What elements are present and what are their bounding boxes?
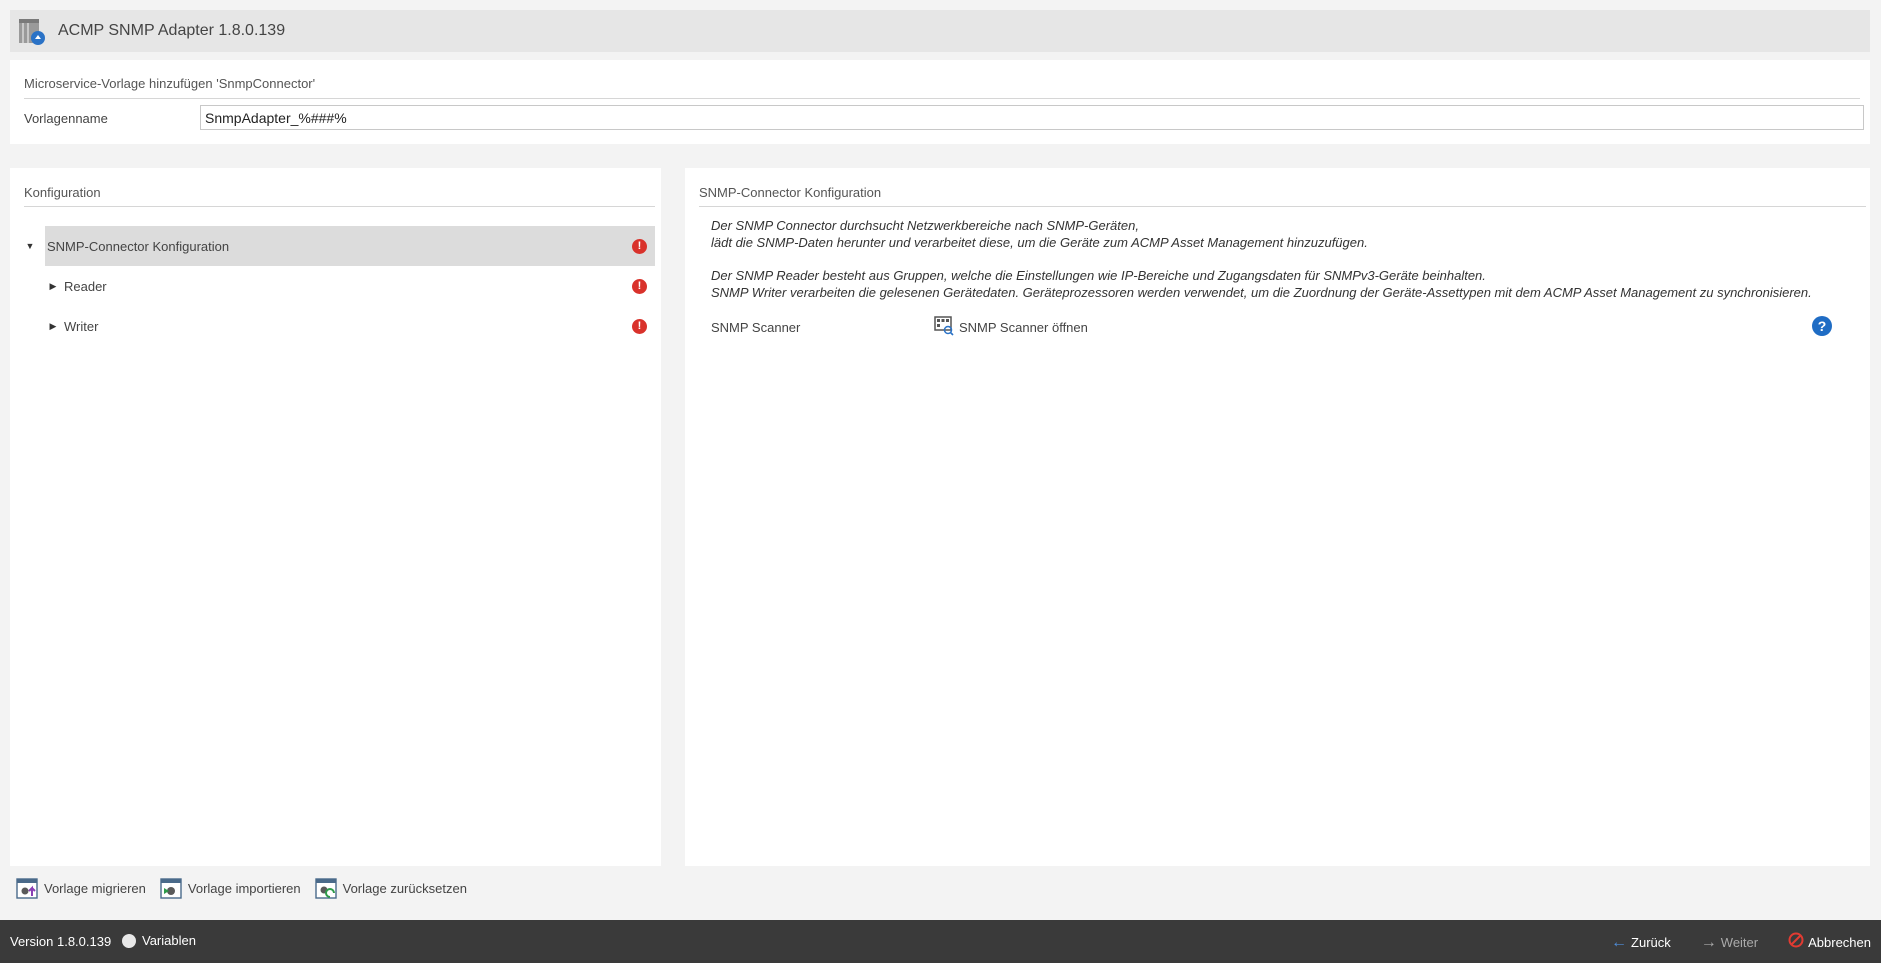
reset-template-label: Vorlage zurücksetzen [342, 880, 467, 896]
error-icon: ! [632, 319, 647, 334]
description-line: Der SNMP Reader besteht aus Gruppen, wel… [711, 268, 1486, 283]
detail-panel: SNMP-Connector Konfiguration Der SNMP Co… [685, 168, 1870, 866]
tree-item-reader[interactable]: ▶ Reader ! [24, 266, 655, 306]
tree-item-snmp-connector[interactable]: ▼ SNMP-Connector Konfiguration ! [26, 226, 655, 266]
help-icon[interactable]: ? [1812, 316, 1832, 336]
back-button[interactable]: ← Zurück [1611, 934, 1671, 952]
import-template-label: Vorlage importieren [187, 880, 301, 896]
divider [24, 98, 1860, 99]
migrate-template-button[interactable]: Vorlage migrieren [16, 876, 146, 900]
arrow-left-icon: ← [1611, 933, 1628, 951]
app-package-icon [16, 15, 48, 47]
migrate-template-label: Vorlage migrieren [44, 880, 146, 896]
next-button[interactable]: → Weiter [1701, 934, 1758, 952]
tree-item-label: SNMP-Connector Konfiguration [47, 238, 230, 254]
config-panel: Konfiguration ▼ SNMP-Connector Konfigura… [10, 168, 661, 866]
open-snmp-scanner-label: SNMP Scanner öffnen [959, 320, 1088, 335]
migrate-icon [16, 876, 40, 900]
cancel-icon [1788, 932, 1804, 953]
variables-label: Variablen [142, 933, 196, 948]
toggle-dot-icon [122, 933, 136, 948]
tree-item-label: Writer [64, 318, 99, 334]
description-line: lädt die SNMP-Daten herunter und verarbe… [711, 234, 1368, 250]
config-tree: ▼ SNMP-Connector Konfiguration ! ▶ Reade… [24, 226, 655, 346]
status-bar: Version 1.8.0.139 Variablen ← Zurück → W… [0, 920, 1881, 963]
import-icon [160, 876, 184, 900]
error-icon: ! [632, 279, 647, 294]
description-line: Der SNMP Connector durchsucht Netzwerkbe… [711, 218, 1139, 233]
description-text: Der SNMP Connector durchsucht Netzwerkbe… [711, 218, 1812, 301]
chevron-right-icon[interactable]: ▶ [48, 281, 58, 292]
back-label: Zurück [1631, 935, 1671, 950]
import-template-button[interactable]: Vorlage importieren [160, 876, 301, 900]
description-line: SNMP Writer verarbeiten die gelesenen Ge… [711, 284, 1812, 300]
template-name-input[interactable] [200, 105, 1864, 130]
cancel-button[interactable]: Abbrechen [1788, 932, 1871, 953]
reset-template-button[interactable]: Vorlage zurücksetzen [314, 876, 467, 900]
cancel-label: Abbrechen [1808, 935, 1871, 950]
open-snmp-scanner-button[interactable]: SNMP Scanner öffnen [934, 316, 1088, 339]
error-icon: ! [632, 239, 647, 254]
scanner-icon [934, 316, 954, 339]
divider [699, 206, 1866, 207]
config-heading: Konfiguration [24, 185, 101, 200]
tree-item-writer[interactable]: ▶ Writer ! [24, 306, 655, 346]
version-text: Version 1.8.0.139 [10, 934, 112, 949]
divider [24, 206, 655, 207]
template-actions: Vorlage migrieren Vorlage importieren Vo… [16, 876, 467, 900]
reset-icon [314, 876, 339, 900]
template-heading: Microservice-Vorlage hinzufügen 'SnmpCon… [24, 76, 316, 91]
chevron-down-icon[interactable]: ▼ [25, 241, 35, 251]
title-bar: ACMP SNMP Adapter 1.8.0.139 [10, 10, 1870, 52]
template-name-label: Vorlagenname [24, 111, 108, 126]
snmp-scanner-label: SNMP Scanner [711, 320, 801, 335]
wizard-navigation: ← Zurück → Weiter Abbrechen [1611, 932, 1871, 953]
next-label: Weiter [1720, 935, 1759, 950]
window-title: ACMP SNMP Adapter 1.8.0.139 [58, 22, 286, 39]
detail-heading: SNMP-Connector Konfiguration [699, 185, 882, 200]
tree-item-label: Reader [64, 278, 107, 294]
arrow-right-icon: → [1700, 933, 1717, 951]
template-panel: Microservice-Vorlage hinzufügen 'SnmpCon… [10, 60, 1870, 144]
variables-toggle[interactable]: Variablen [122, 933, 196, 948]
chevron-right-icon[interactable]: ▶ [48, 321, 58, 332]
